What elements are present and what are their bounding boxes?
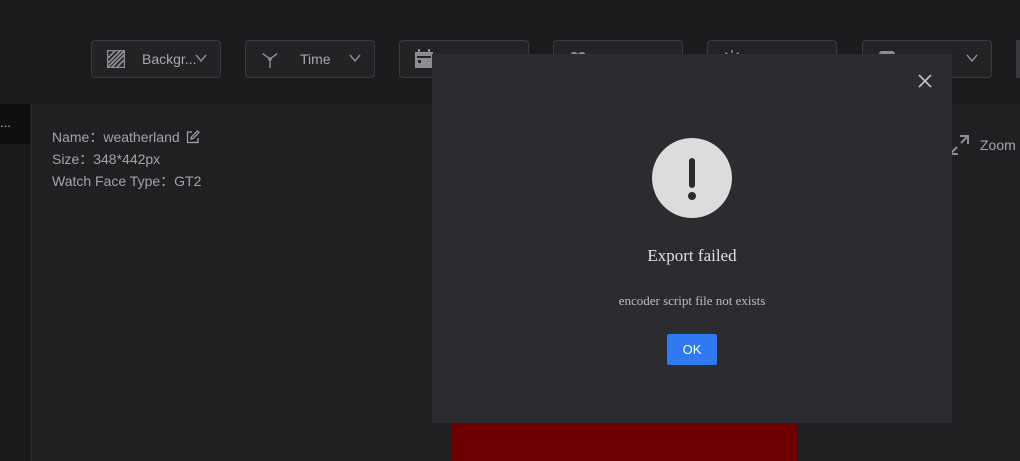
- edit-icon[interactable]: [186, 130, 200, 144]
- chevron-down-icon: [195, 54, 207, 63]
- toolbar-time-dropdown[interactable]: Time: [245, 40, 375, 78]
- toolbar-scroll-stub[interactable]: [1016, 40, 1020, 78]
- type-value: GT2: [174, 173, 202, 189]
- sidebar-tab[interactable]: ...: [0, 104, 30, 144]
- size-value: 348*442px: [93, 151, 161, 167]
- chevron-down-icon: [349, 54, 361, 63]
- size-label: Size：: [52, 151, 94, 167]
- clock-hands-icon: [260, 49, 280, 69]
- watchface-info: Name： weatherland Size： 348*442px Watch …: [52, 126, 201, 192]
- sidebar-tab-label: ...: [0, 115, 11, 130]
- name-value: weatherland: [103, 129, 180, 145]
- calendar-icon: [414, 49, 434, 69]
- info-size-row: Size： 348*442px: [52, 148, 201, 170]
- dialog-message: encoder script file not exists: [618, 293, 766, 308]
- left-sidebar: ...: [0, 104, 32, 461]
- type-label: Watch Face Type：: [52, 173, 175, 189]
- exclamation-icon: [652, 138, 732, 218]
- toolbar-label: Backgr...: [142, 51, 197, 67]
- export-error-dialog: Export failed encoder script file not ex…: [432, 54, 952, 423]
- info-name-row: Name： weatherland: [52, 126, 201, 148]
- ok-button[interactable]: OK: [667, 334, 717, 365]
- toolbar-background-dropdown[interactable]: Backgr...: [91, 40, 221, 78]
- dialog-title: Export failed: [647, 246, 737, 265]
- toolbar-label: Time: [300, 51, 331, 67]
- zoom-label: Zoom: [980, 137, 1016, 153]
- info-type-row: Watch Face Type： GT2: [52, 170, 201, 192]
- name-label: Name：: [52, 129, 104, 145]
- chevron-down-icon: [966, 54, 978, 63]
- background-hatch-icon: [106, 49, 126, 69]
- close-icon[interactable]: [918, 74, 932, 88]
- zoom-button[interactable]: Zoom: [948, 134, 1016, 156]
